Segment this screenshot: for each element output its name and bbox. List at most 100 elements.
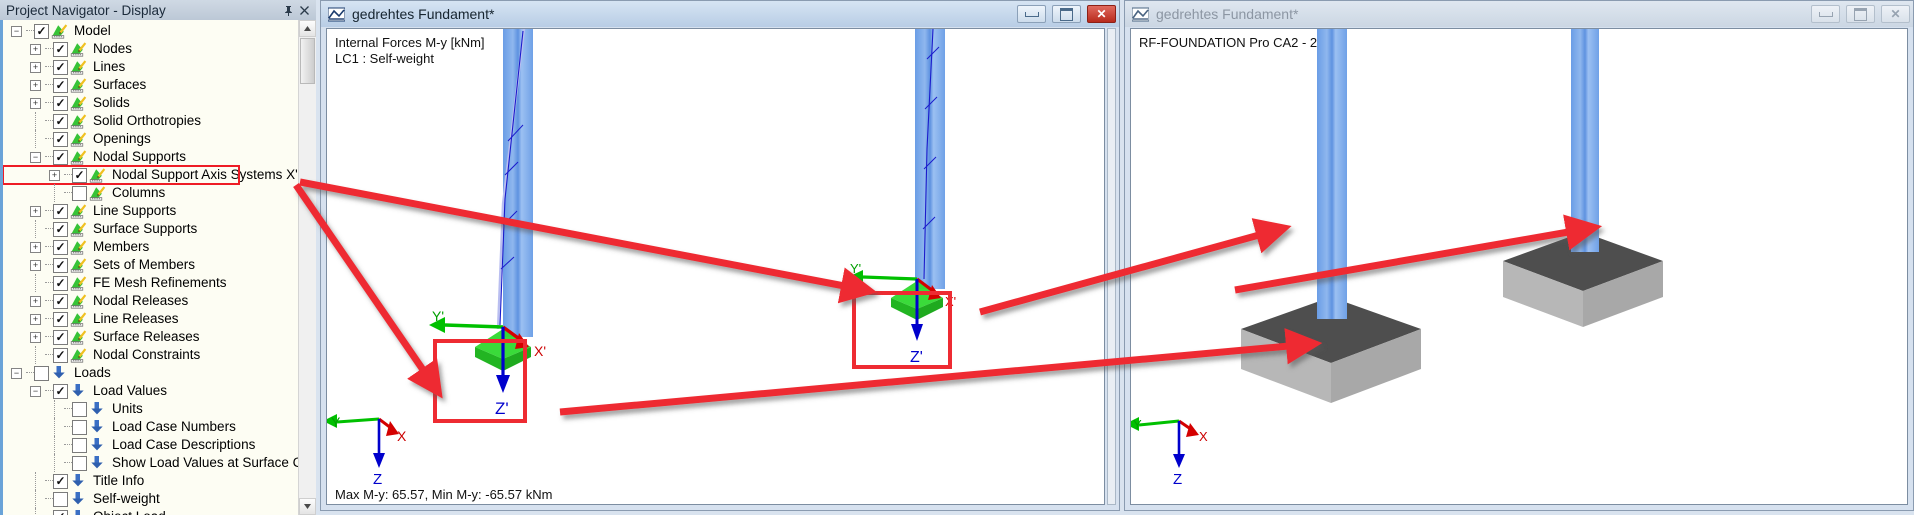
tree-expander[interactable]: + (26, 40, 45, 58)
tree-item-nodes[interactable]: + ✓ Nodes (3, 40, 298, 58)
tree-item-object-load[interactable]: ✓ Object Load (3, 508, 298, 515)
tree-expander[interactable]: + (26, 76, 45, 94)
tree-checkbox[interactable]: ✓ (53, 221, 68, 237)
tree-checkbox[interactable]: ✓ (53, 77, 68, 93)
tree-item-members[interactable]: + ✓ Members (3, 238, 298, 256)
tree-checkbox[interactable]: ✓ (53, 509, 68, 515)
tree-checkbox[interactable]: ✓ (53, 275, 68, 291)
tree-expander[interactable]: + (26, 202, 45, 220)
tree-item-nodal-supports[interactable]: − ✓ Nodal Supports (3, 148, 298, 166)
tree-expander[interactable]: − (26, 148, 45, 166)
tree-expander[interactable]: − (7, 22, 26, 40)
tree-item-nodal-constraints[interactable]: ✓ Nodal Constraints (3, 346, 298, 364)
tree-connector (64, 436, 72, 454)
tree-checkbox[interactable] (53, 491, 68, 507)
maximize-button[interactable] (1846, 5, 1875, 23)
tree-item-load-case-descriptions[interactable]: Load Case Descriptions (3, 436, 298, 454)
tree-checkbox[interactable]: ✓ (53, 131, 68, 147)
tree-checkbox[interactable]: ✓ (53, 311, 68, 327)
viewport1-model-graphics: Y' X' Z' Y' X' Z' Y X Z (327, 29, 956, 488)
pin-icon[interactable] (280, 3, 296, 18)
tree-item-surface-supports[interactable]: ✓ Surface Supports (3, 220, 298, 238)
tree-expander[interactable]: + (26, 58, 45, 76)
scroll-down-button[interactable] (299, 498, 316, 515)
tree-item-model[interactable]: − ✓ Model (3, 22, 298, 40)
tree-checkbox[interactable]: ✓ (72, 167, 87, 183)
tree-checkbox[interactable]: ✓ (53, 383, 68, 399)
tree-expander[interactable]: + (45, 166, 64, 184)
tree-expander[interactable]: + (26, 328, 45, 346)
tree-expander[interactable]: − (26, 382, 45, 400)
tree-item-solids[interactable]: + ✓ Solids (3, 94, 298, 112)
tree-expander[interactable]: + (26, 94, 45, 112)
tree-item-load-case-numbers[interactable]: Load Case Numbers (3, 418, 298, 436)
tree-checkbox[interactable]: ✓ (53, 293, 68, 309)
tree-checkbox[interactable]: ✓ (53, 257, 68, 273)
tree-expander[interactable]: + (26, 310, 45, 328)
tree-item-solid-orthotropies[interactable]: ✓ Solid Orthotropies (3, 112, 298, 130)
tree-checkbox[interactable] (72, 185, 87, 201)
tree-checkbox[interactable]: ✓ (34, 23, 49, 39)
close-button[interactable]: ✕ (1087, 5, 1116, 23)
tree-item-self-weight[interactable]: Self-weight (3, 490, 298, 508)
tree-item-load-values[interactable]: − ✓ Load Values (3, 382, 298, 400)
tree-checkbox[interactable]: ✓ (53, 203, 68, 219)
maximize-button[interactable] (1052, 5, 1081, 23)
tree-expander[interactable]: + (26, 292, 45, 310)
tree-item-lines[interactable]: + ✓ Lines (3, 58, 298, 76)
tree-guide (26, 508, 45, 515)
tree-checkbox[interactable] (72, 401, 87, 417)
tree-item-line-releases[interactable]: + ✓ Line Releases (3, 310, 298, 328)
tree-item-openings[interactable]: ✓ Openings (3, 130, 298, 148)
tree-item-sets-of-members[interactable]: + ✓ Sets of Members (3, 256, 298, 274)
tree-checkbox[interactable]: ✓ (53, 239, 68, 255)
tree-checkbox[interactable]: ✓ (53, 473, 68, 489)
tree-item-label: Load Case Descriptions (112, 437, 256, 452)
tree-checkbox[interactable] (72, 455, 87, 471)
tree-checkbox[interactable] (72, 437, 87, 453)
tree-item-fe-mesh-refinements[interactable]: ✓ FE Mesh Refinements (3, 274, 298, 292)
viewport1-titlebar[interactable]: gedrehtes Fundament* ✕ (321, 1, 1119, 27)
viewport2-canvas[interactable]: RF-FOUNDATION Pro CA2 - 2 Y X Z (1130, 28, 1908, 505)
scroll-up-button[interactable] (299, 20, 316, 37)
display-tree[interactable]: − ✓ Model + ✓ Nodes + ✓ Lines + ✓ Surfaces + ✓ Solids ✓… (3, 20, 298, 515)
tree-item-surface-releases[interactable]: + ✓ Surface Releases (3, 328, 298, 346)
close-icon[interactable] (296, 3, 312, 18)
tree-item-columns[interactable]: Columns (3, 184, 298, 202)
tree-item-show-load-values-at-surface-center[interactable]: Show Load Values at Surface Center (3, 454, 298, 472)
tree-expander[interactable]: + (26, 238, 45, 256)
tree-item-loads[interactable]: − Loads (3, 364, 298, 382)
tree-checkbox[interactable] (34, 365, 49, 381)
scrollbar-thumb[interactable] (300, 38, 315, 84)
tree-checkbox[interactable]: ✓ (53, 329, 68, 345)
tree-connector (45, 238, 53, 256)
tree-item-nodal-support-axis-systems-x-y-z[interactable]: + ✓ Nodal Support Axis Systems X',Y',Z' (3, 165, 298, 185)
tree-checkbox[interactable]: ✓ (53, 113, 68, 129)
viewport1-vertical-scrollbar[interactable] (1107, 28, 1116, 505)
display-pen-icon (51, 23, 68, 39)
tree-item-surfaces[interactable]: + ✓ Surfaces (3, 76, 298, 94)
tree-checkbox[interactable]: ✓ (53, 347, 68, 363)
tree-expander[interactable]: + (26, 256, 45, 274)
tree-item-units[interactable]: Units (3, 400, 298, 418)
tree-checkbox[interactable]: ✓ (53, 95, 68, 111)
tree-item-title-info[interactable]: ✓ Title Info (3, 472, 298, 490)
viewport2-titlebar[interactable]: gedrehtes Fundament* ✕ (1125, 1, 1913, 27)
viewport1-canvas[interactable]: Internal Forces M-y [kNm] LC1 : Self-wei… (326, 28, 1105, 505)
tree-checkbox[interactable]: ✓ (53, 41, 68, 57)
load-arrow-icon (89, 455, 106, 471)
close-button[interactable]: ✕ (1881, 5, 1910, 23)
viewport-window-1[interactable]: gedrehtes Fundament* ✕ Internal Forces M… (320, 0, 1120, 511)
tree-connector (45, 202, 53, 220)
tree-expander[interactable]: − (7, 364, 26, 382)
viewport-window-2[interactable]: gedrehtes Fundament* ✕ RF-FOUNDATION Pro… (1124, 0, 1914, 511)
tree-item-line-supports[interactable]: + ✓ Line Supports (3, 202, 298, 220)
navigator-scrollbar[interactable] (298, 20, 316, 515)
minimize-button[interactable] (1017, 5, 1046, 23)
tree-checkbox[interactable]: ✓ (53, 149, 68, 165)
tree-checkbox[interactable]: ✓ (53, 59, 68, 75)
minimize-button[interactable] (1811, 5, 1840, 23)
tree-item-nodal-releases[interactable]: + ✓ Nodal Releases (3, 292, 298, 310)
tree-checkbox[interactable] (72, 419, 87, 435)
tree-connector (45, 346, 53, 364)
